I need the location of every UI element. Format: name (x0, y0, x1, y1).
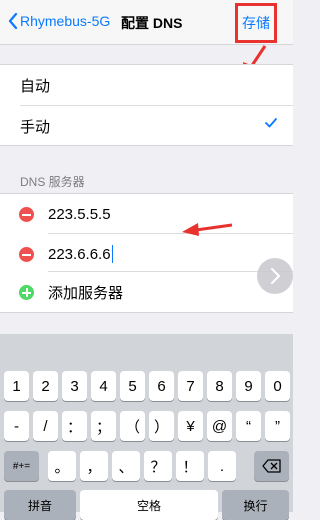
number-key[interactable]: 8 (207, 371, 232, 401)
number-key[interactable]: 0 (265, 371, 290, 401)
symbol-key[interactable]: @ (207, 411, 232, 441)
number-key[interactable]: 4 (91, 371, 116, 401)
punctuation-key[interactable]: . (208, 451, 236, 481)
punctuation-key[interactable]: 、 (112, 451, 140, 481)
symbol-key[interactable]: ¥ (178, 411, 203, 441)
back-button[interactable]: Rhymebus-5G (8, 11, 110, 31)
symbol-key[interactable]: “ (236, 411, 261, 441)
backspace-key[interactable] (254, 451, 289, 481)
symbols-key[interactable]: #+= (4, 451, 39, 481)
back-label: Rhymebus-5G (20, 13, 111, 29)
symbol-key[interactable]: ” (265, 411, 290, 441)
dns-server-value[interactable]: 223.6.6.6 (48, 245, 114, 263)
assistive-touch-button[interactable] (257, 258, 293, 294)
dns-section-header: DNS 服务器 (20, 175, 85, 189)
punctuation-key[interactable]: 。 (48, 451, 76, 481)
number-key[interactable]: 3 (62, 371, 87, 401)
punctuation-key[interactable]: ？ (144, 451, 172, 481)
chevron-left-icon (8, 13, 18, 29)
punctuation-key[interactable]: ， (80, 451, 108, 481)
page-title: 配置 DNS (121, 15, 183, 31)
plus-circle-icon[interactable] (19, 285, 34, 300)
number-key[interactable]: 7 (178, 371, 203, 401)
dns-server-row[interactable]: 223.6.6.6 (0, 234, 293, 274)
dns-group: 223.5.5.5 223.6.6.6 添加服务器 (0, 193, 293, 313)
number-key[interactable]: 9 (236, 371, 261, 401)
backspace-icon (261, 459, 281, 473)
symbol-key[interactable]: ： (62, 411, 87, 441)
symbol-key[interactable]: ） (149, 411, 174, 441)
save-highlight-box: 存储 (235, 3, 277, 43)
chevron-right-icon (271, 268, 280, 284)
pinyin-key[interactable]: 拼音 (4, 490, 76, 520)
dns-server-value-text: 223.6.6.6 (48, 246, 111, 263)
minus-circle-icon[interactable] (19, 247, 34, 262)
mode-manual-label: 手动 (20, 118, 51, 136)
minus-circle-icon[interactable] (19, 207, 34, 222)
save-button[interactable]: 存储 (242, 13, 270, 33)
number-key[interactable]: 6 (149, 371, 174, 401)
symbol-key[interactable]: - (4, 411, 29, 441)
mode-auto-label: 自动 (20, 77, 51, 95)
number-key[interactable]: 5 (120, 371, 145, 401)
punctuation-key[interactable]: ！ (176, 451, 204, 481)
symbol-key[interactable]: （ (120, 411, 145, 441)
keyboard: 1234567890 - /：；（） ¥ @ “” #+= 。，、？！. 拼音 空格 换… (0, 334, 293, 520)
dns-server-value[interactable]: 223.5.5.5 (48, 206, 111, 223)
mode-auto-row[interactable]: 自动 (0, 65, 293, 105)
add-server-row[interactable]: 添加服务器 (0, 272, 293, 312)
symbol-key[interactable]: / (33, 411, 58, 441)
number-key[interactable]: 1 (4, 371, 29, 401)
dns-server-row[interactable]: 223.5.5.5 (0, 194, 293, 234)
text-cursor (111, 245, 114, 263)
navigation-bar: Rhymebus-5G 配置 DNS 存储 (0, 0, 293, 45)
checkmark-icon (265, 118, 277, 128)
mode-manual-row[interactable]: 手动 (0, 106, 293, 146)
space-key[interactable]: 空格 (80, 490, 218, 520)
mode-group: 自动 手动 (0, 64, 293, 146)
add-server-label: 添加服务器 (48, 284, 124, 302)
symbol-key[interactable]: ； (91, 411, 116, 441)
number-key[interactable]: 2 (33, 371, 58, 401)
return-key[interactable]: 换行 (222, 490, 289, 520)
